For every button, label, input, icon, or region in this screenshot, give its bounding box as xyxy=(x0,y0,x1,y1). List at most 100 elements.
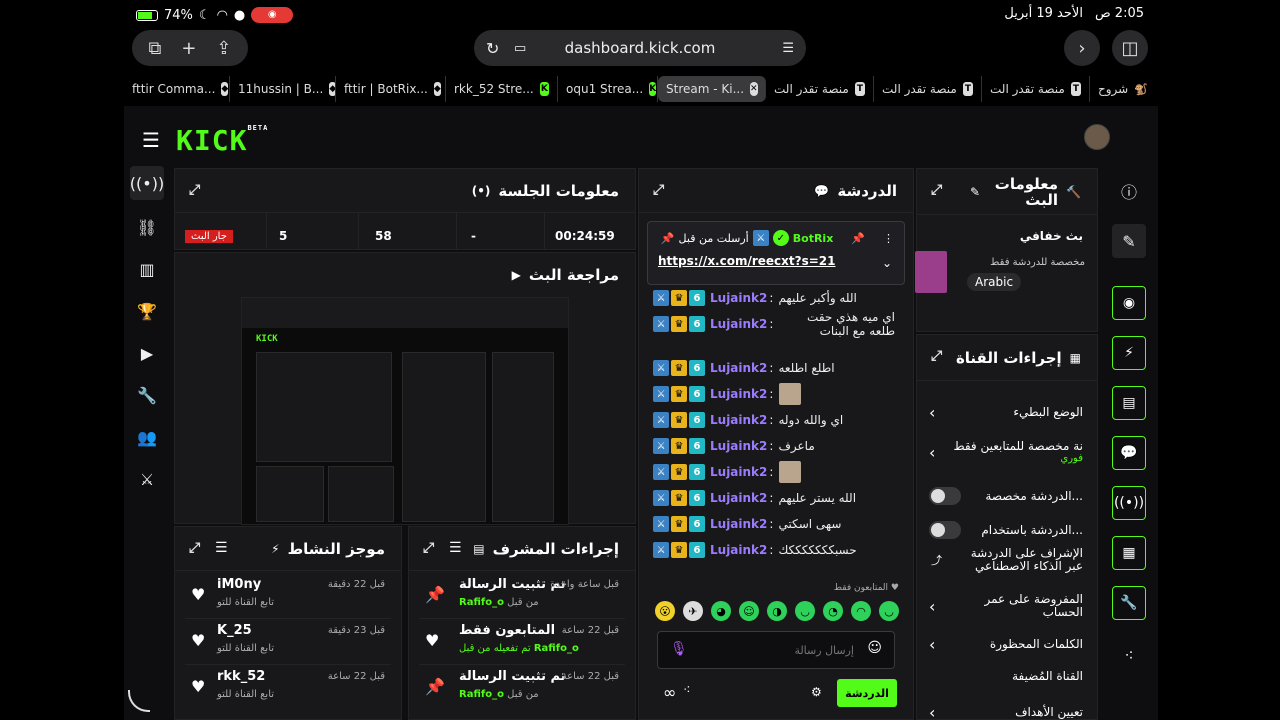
close-tab-icon[interactable]: ✕ xyxy=(750,82,758,96)
chat-username[interactable]: Lujaink2 xyxy=(710,291,767,305)
emoji-icon[interactable]: ☺ xyxy=(867,640,882,656)
emote-icon[interactable]: ◡ xyxy=(795,601,815,621)
tabs-overview-icon[interactable]: ⧉ xyxy=(148,38,161,59)
tab-3[interactable]: fttir | BotRix... ◆ xyxy=(336,76,446,102)
chat-message[interactable]: ⚔ ♛ 6 Lujaink2: حسبكككككككك xyxy=(653,539,895,561)
tab-2[interactable]: 11hussin | B... ◆ xyxy=(230,76,336,102)
emote-icon[interactable]: ☺ xyxy=(739,601,759,621)
new-tab-icon[interactable]: + xyxy=(181,38,196,59)
filter-icon[interactable]: ☰ xyxy=(215,540,228,556)
chat-username[interactable]: Lujaink2 xyxy=(710,465,767,479)
chevron-left-icon[interactable]: › xyxy=(929,597,935,616)
channel-action-item[interactable]: الكلمات المحظورة › xyxy=(917,629,1097,659)
chevron-left-icon[interactable]: › xyxy=(929,403,935,422)
chat-message[interactable]: ⚔ ♛ 6 Lujaink2: سهى اسكتي xyxy=(653,513,895,535)
toggle-switch[interactable] xyxy=(929,487,961,505)
stream-preview[interactable]: KICK xyxy=(241,297,569,525)
chat-message[interactable]: ⚔ ♛ 6 Lujaink2: الله يستر عليهم xyxy=(653,487,895,509)
expand-icon[interactable]: ⤢ xyxy=(931,348,942,364)
filter-icon[interactable]: ☰ xyxy=(449,540,462,556)
expand-icon[interactable]: ⤢ xyxy=(653,182,664,198)
tab-1[interactable]: fttir Comma... ◆ xyxy=(124,76,230,102)
infinity-icon[interactable]: ∞ xyxy=(663,683,676,702)
page-menu-icon[interactable]: ☰ xyxy=(782,41,794,56)
channel-action-item[interactable]: الإشراف على الدردشة عبر الذكاء الاصطناعي… xyxy=(917,545,1097,575)
share-icon[interactable]: ⇪ xyxy=(216,38,231,59)
kick-logo[interactable]: KICKBETA xyxy=(176,124,268,157)
chat-username[interactable]: Lujaink2 xyxy=(710,317,767,331)
reload-icon[interactable]: ↻ xyxy=(486,39,499,58)
channel-action-item[interactable]: تعيين الأهداف › xyxy=(917,697,1097,720)
bolt-button[interactable]: ⚡ xyxy=(1112,336,1146,370)
pinned-user[interactable]: BotRix xyxy=(793,232,834,245)
trophy-icon[interactable]: 🏆 xyxy=(130,294,164,328)
chat-username[interactable]: Lujaink2 xyxy=(710,387,767,401)
activity-user[interactable]: rkk_52 xyxy=(217,669,265,684)
video-icon[interactable]: ▶ xyxy=(130,336,164,370)
dots-icon[interactable]: ⁖ xyxy=(683,683,691,698)
mod-user[interactable]: Rafifo_o xyxy=(459,689,504,700)
settings-icon[interactable]: ⚙ xyxy=(811,685,822,699)
expand-icon[interactable]: ⤢ xyxy=(189,182,200,198)
broadcast-button[interactable]: ((•)) xyxy=(1112,486,1146,520)
external-link-icon[interactable]: ⤴ xyxy=(931,552,942,568)
activity-user[interactable]: iM0ny xyxy=(217,577,261,592)
channel-action-item[interactable]: نة مخصصة للمتابعين فقط فوري › xyxy=(917,437,1097,467)
expand-icon[interactable]: ⤢ xyxy=(189,540,200,556)
avatar[interactable] xyxy=(1084,124,1110,150)
tab-4[interactable]: rkk_52 Stre... K xyxy=(446,76,558,102)
pin-icon[interactable]: 📌 xyxy=(851,232,865,245)
channel-actions-button[interactable]: ▦ xyxy=(1112,536,1146,570)
chevron-left-icon[interactable]: › xyxy=(929,635,935,654)
document-button[interactable]: ▤ xyxy=(1112,386,1146,420)
link-icon[interactable]: ⛓ xyxy=(130,210,164,244)
sidebar-toggle-button[interactable]: ◫ xyxy=(1112,30,1148,66)
chat-message[interactable]: ⚔ ♛ 6 Lujaink2: اطلع اطلعه xyxy=(653,357,895,379)
emote-icon[interactable]: ◕ xyxy=(711,601,731,621)
users-icon[interactable]: 👥 xyxy=(130,420,164,454)
emote-icon[interactable]: ◔ xyxy=(823,601,843,621)
chat-message[interactable]: ⚔ ♛ 6 Lujaink2: الله وأكبر عليهم xyxy=(653,287,895,309)
chat-input[interactable] xyxy=(688,640,854,660)
chat-username[interactable]: Lujaink2 xyxy=(710,517,767,531)
channel-action-item[interactable]: ...الدردشة مخصصة xyxy=(917,481,1097,511)
activity-user[interactable]: K_25 xyxy=(217,623,252,638)
dots-icon[interactable]: ⁖ xyxy=(1112,638,1146,672)
expand-icon[interactable]: ⤢ xyxy=(423,540,434,556)
stats-icon[interactable]: ▥ xyxy=(130,252,164,286)
chat-message[interactable]: ⚔ ♛ 6 Lujaink2: xyxy=(653,461,895,483)
more-icon[interactable]: ⋮ xyxy=(883,232,894,245)
emote-icon[interactable]: ◠ xyxy=(851,601,871,621)
edit-icon[interactable]: ✎ xyxy=(1112,224,1146,258)
live-icon[interactable]: ((•)) xyxy=(130,166,164,200)
chevron-left-icon[interactable]: › xyxy=(929,703,935,720)
pinned-message[interactable]: ⋮ 📌 BotRix ✓ ⚔ أرسلت من قبل 📌 https://x.… xyxy=(647,221,905,285)
forward-button[interactable]: › xyxy=(1064,30,1100,66)
chevron-left-icon[interactable]: › xyxy=(929,443,935,462)
emote-icon[interactable]: ◡ xyxy=(879,601,899,621)
channel-action-item[interactable]: المفروضة على عمر الحساب › xyxy=(917,591,1097,621)
edit-icon[interactable]: ✎ xyxy=(970,185,980,199)
mod-user[interactable]: Rafifo_o xyxy=(459,597,504,608)
chat-message[interactable]: ⚔ ♛ 6 Lujaink2: اي ميه هذي حقت طلعه مع البنا… xyxy=(653,310,895,338)
screen-record-indicator[interactable]: ◉ xyxy=(251,7,294,23)
chat-username[interactable]: Lujaink2 xyxy=(710,361,767,375)
moderation-icon[interactable]: ⚔ xyxy=(130,462,164,496)
tab-8[interactable]: منصة تقدر الت T xyxy=(874,76,982,102)
chat-username[interactable]: Lujaink2 xyxy=(710,439,767,453)
emote-icon[interactable]: 😮 xyxy=(655,601,675,621)
tab-active[interactable]: Stream - Ki... ✕ xyxy=(658,76,766,102)
chat-message[interactable]: ⚔ ♛ 6 Lujaink2: xyxy=(653,383,895,405)
chat-username[interactable]: Lujaink2 xyxy=(710,491,767,505)
pinned-link[interactable]: https://x.com/reecxt?s=21 xyxy=(658,254,836,268)
info-icon[interactable]: ⓘ xyxy=(1112,174,1146,208)
chat-button[interactable]: 💬 xyxy=(1112,436,1146,470)
chat-message[interactable]: ⚔ ♛ 6 Lujaink2: اي والله دوله xyxy=(653,409,895,431)
tab-7[interactable]: منصة تقدر الت T xyxy=(766,76,874,102)
wrench-icon[interactable]: 🔧 xyxy=(130,378,164,412)
send-chat-button[interactable]: الدردشة xyxy=(837,679,897,707)
camera-button[interactable]: ◉ xyxy=(1112,286,1146,320)
emote-icon[interactable]: ◑ xyxy=(767,601,787,621)
wrench-button[interactable]: 🔧 xyxy=(1112,586,1146,620)
chevron-down-icon[interactable]: ⌄ xyxy=(882,256,892,270)
